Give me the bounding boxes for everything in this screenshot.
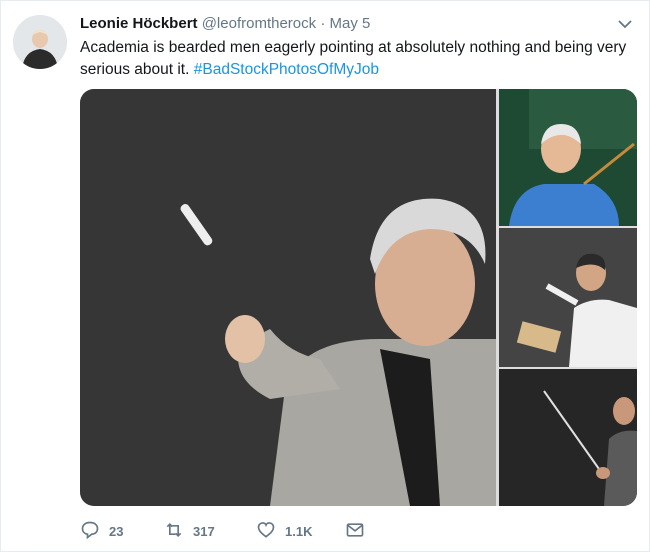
like-button[interactable]: 1.1K — [256, 519, 312, 543]
retweet-button[interactable]: 317 — [164, 519, 215, 543]
retweet-count: 317 — [193, 523, 215, 539]
reply-icon — [80, 520, 100, 543]
tweet-text: Academia is bearded men eagerly pointing… — [80, 37, 640, 81]
reply-button[interactable]: 23 — [80, 519, 123, 543]
photo-thumbnail-2[interactable] — [499, 228, 637, 367]
photo-main[interactable] — [80, 89, 496, 506]
retweet-icon — [164, 520, 184, 543]
reply-count: 23 — [109, 523, 124, 539]
hashtag-link[interactable]: #BadStockPhotosOfMyJob — [194, 61, 379, 78]
tweet-header: Leonie Höckbert @leofromtherock · May 5 — [80, 14, 635, 34]
tweet-actions: 23 317 1.1K — [80, 519, 480, 543]
photo-thumbnail-1[interactable] — [499, 89, 637, 226]
separator-dot: · — [320, 15, 326, 32]
photo-thumbnail-3[interactable] — [499, 369, 637, 506]
author-handle[interactable]: @leofromtherock — [202, 15, 316, 32]
chevron-down-icon[interactable] — [617, 17, 633, 31]
like-count: 1.1K — [285, 523, 313, 539]
avatar[interactable] — [13, 15, 67, 69]
heart-icon — [256, 520, 276, 543]
direct-message-button[interactable] — [345, 519, 365, 543]
timestamp[interactable]: May 5 — [329, 15, 370, 32]
tweet-card[interactable]: Leonie Höckbert @leofromtherock · May 5 … — [0, 0, 650, 552]
media-grid — [80, 89, 637, 506]
author-name[interactable]: Leonie Höckbert — [80, 15, 198, 32]
envelope-icon — [345, 520, 365, 543]
